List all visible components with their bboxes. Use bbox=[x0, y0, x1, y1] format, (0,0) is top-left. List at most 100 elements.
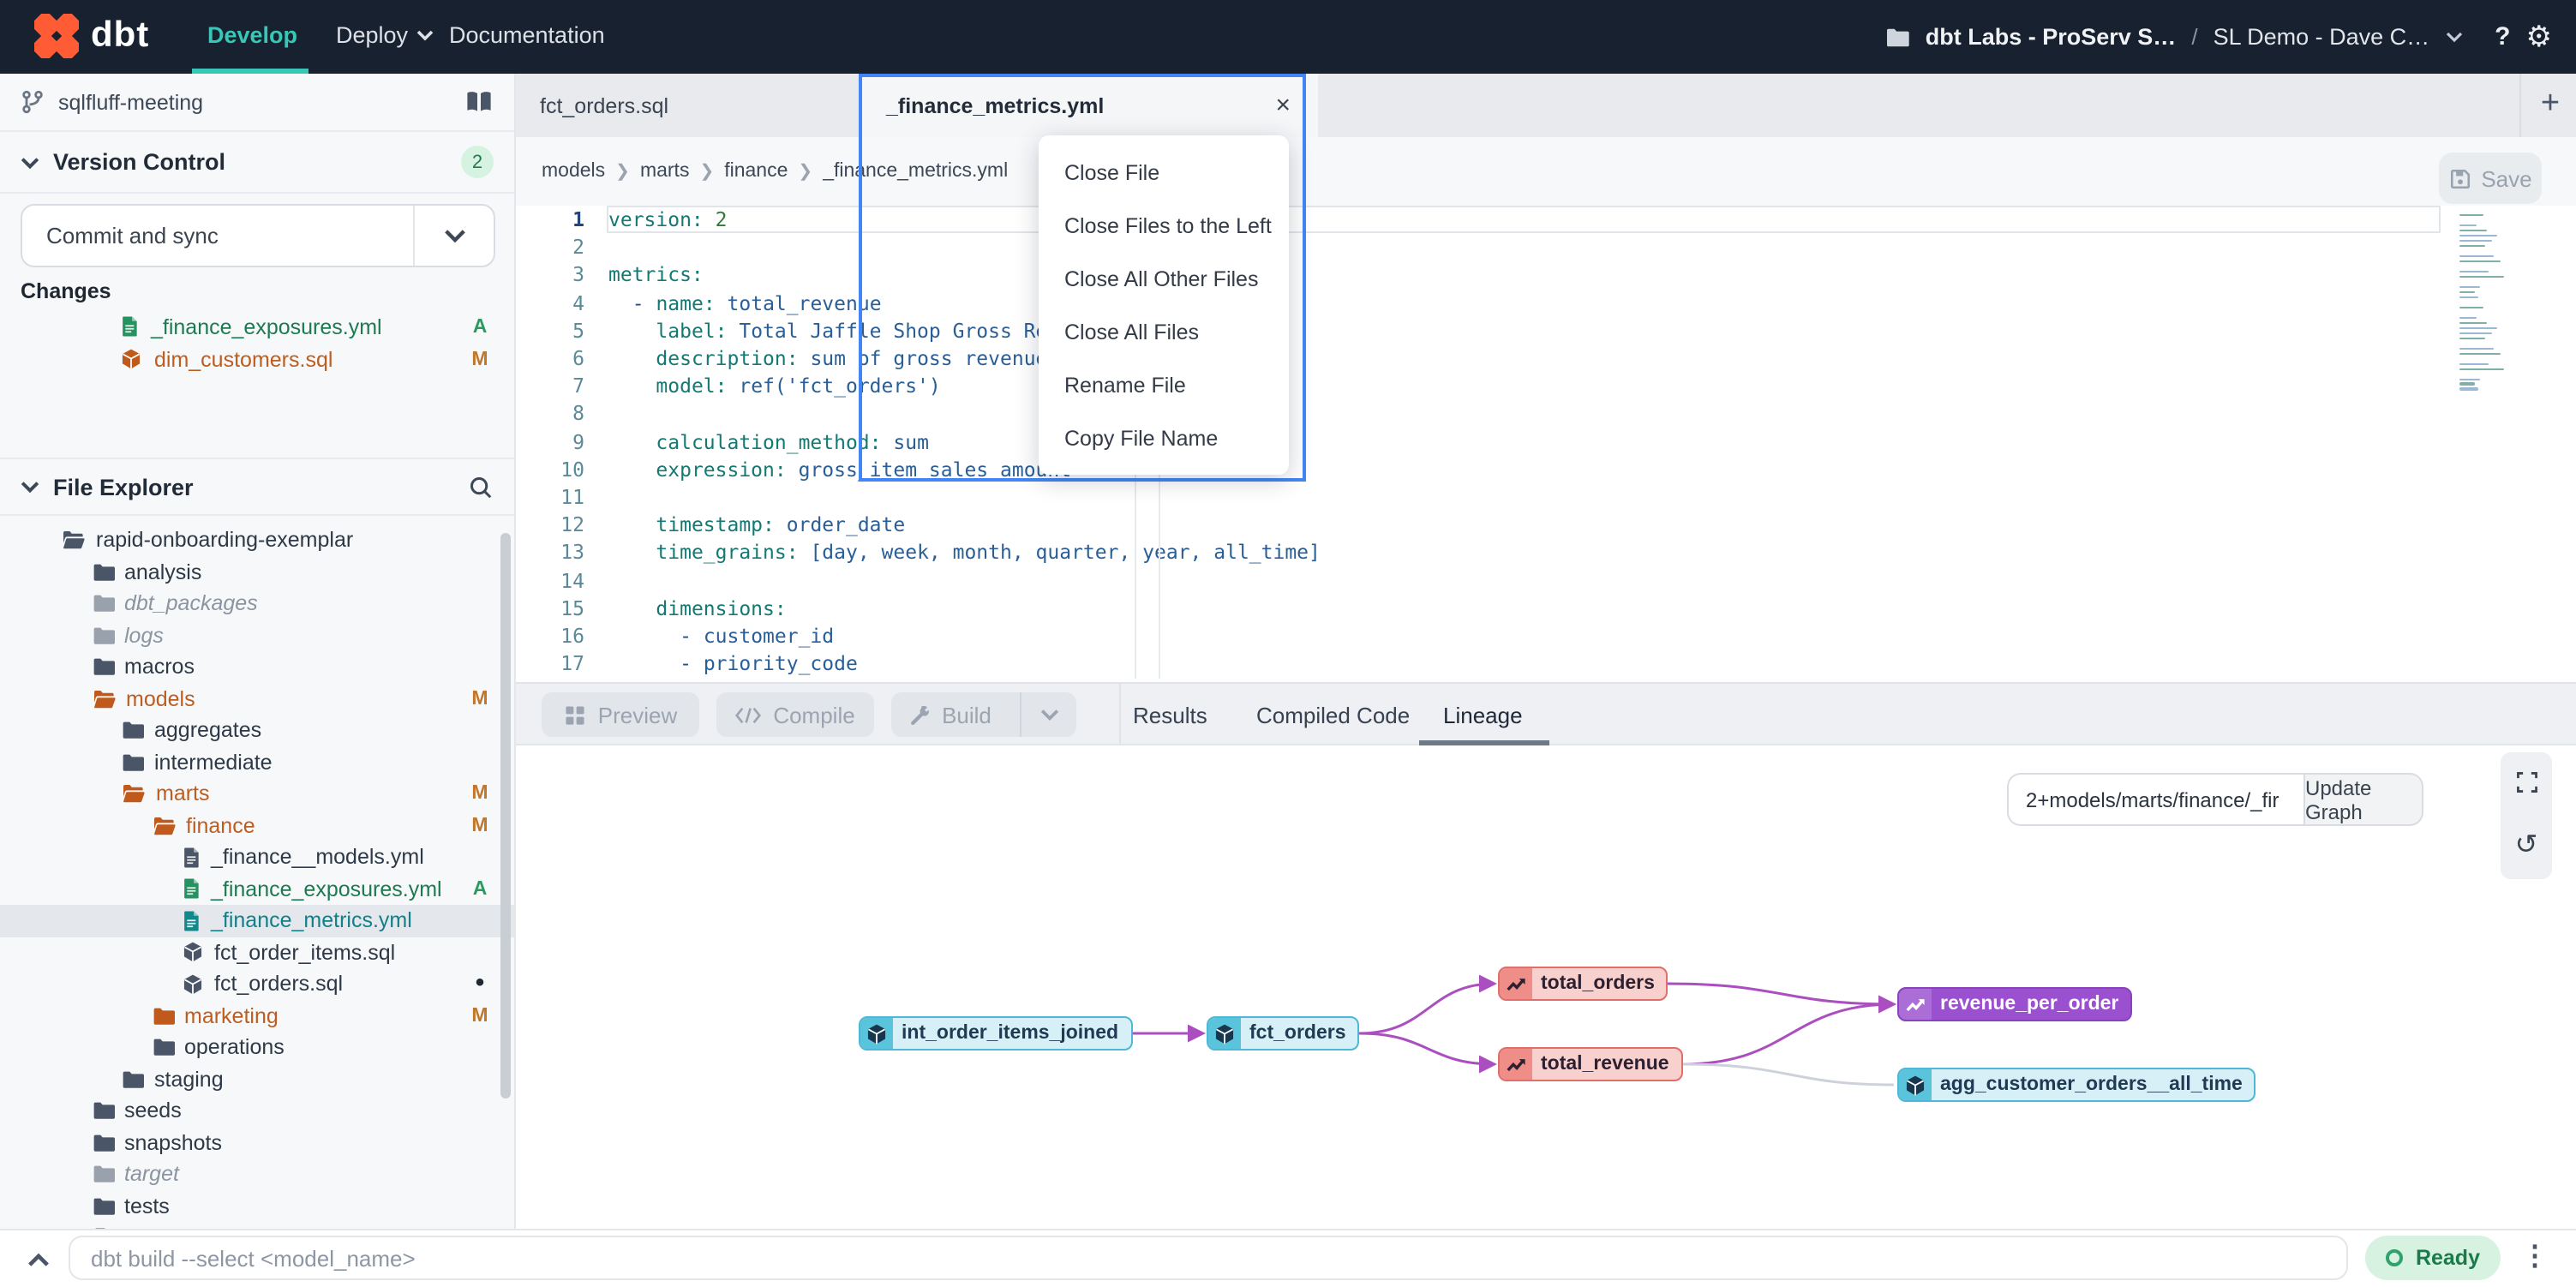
tab-lineage[interactable]: Lineage bbox=[1443, 684, 1523, 745]
code-line: 9 calculation_method: sum bbox=[516, 428, 2576, 455]
tree-item-gitignore[interactable]: gitignore bbox=[0, 1222, 514, 1229]
changes-list: _finance_exposures.ymlAdim_customers.sql… bbox=[0, 310, 514, 375]
tree-item-label: finance bbox=[186, 814, 459, 838]
help-icon[interactable]: ? bbox=[2495, 22, 2510, 51]
tree-item-fct-order-items-sql[interactable]: fct_order_items.sql bbox=[0, 937, 514, 968]
menu-item-close-all-files[interactable]: Close All Files bbox=[1039, 305, 1289, 358]
tree-item--finance-metrics-yml[interactable]: _finance_metrics.yml bbox=[0, 905, 514, 937]
change-file-name: _finance_exposures.yml bbox=[151, 314, 458, 338]
breadcrumb-segment[interactable]: _finance_metrics.yml bbox=[823, 161, 1008, 182]
save-button[interactable]: Save bbox=[2439, 153, 2542, 204]
nav-develop[interactable]: Develop bbox=[207, 0, 297, 69]
tree-item-finance[interactable]: financeM bbox=[0, 810, 514, 841]
lineage-node-int_order_items_joined[interactable]: int_order_items_joined bbox=[859, 1016, 1132, 1051]
tree-item-models[interactable]: modelsM bbox=[0, 683, 514, 715]
lineage-node-agg_customer_orders__all_time[interactable]: agg_customer_orders__all_time bbox=[1897, 1068, 2256, 1102]
tree-item-tests[interactable]: tests bbox=[0, 1190, 514, 1222]
action-toolbar: Preview Compile Build Results Compiled C… bbox=[516, 682, 2576, 745]
tree-item-aggregates[interactable]: aggregates bbox=[0, 715, 514, 746]
tree-item-fct-orders-sql[interactable]: fct_orders.sql• bbox=[0, 968, 514, 1000]
project-folder-icon bbox=[1886, 27, 1910, 47]
tree-item-marts[interactable]: martsM bbox=[0, 778, 514, 810]
lineage-selector-input[interactable] bbox=[2007, 773, 2303, 826]
tree-item--finance-models-yml[interactable]: _finance__models.yml bbox=[0, 841, 514, 873]
tree-item-macros[interactable]: macros bbox=[0, 651, 514, 683]
tab-results[interactable]: Results bbox=[1133, 684, 1207, 745]
gear-icon[interactable]: ⚙ bbox=[2526, 20, 2553, 54]
tree-item-target[interactable]: target bbox=[0, 1158, 514, 1190]
line-number: 7 bbox=[516, 374, 584, 398]
tab-compiled-code[interactable]: Compiled Code bbox=[1256, 684, 1410, 745]
dbt-command-input[interactable] bbox=[69, 1236, 2348, 1280]
new-tab-button[interactable]: + bbox=[2533, 87, 2567, 122]
change-item[interactable]: _finance_exposures.ymlA bbox=[0, 310, 514, 343]
commit-options-dropdown[interactable] bbox=[413, 206, 494, 266]
compile-button[interactable]: Compile bbox=[716, 692, 874, 737]
line-number: 12 bbox=[516, 512, 584, 536]
file-explorer-header[interactable]: File Explorer bbox=[0, 458, 514, 516]
docs-book-icon[interactable] bbox=[464, 90, 494, 114]
code-line: 2 bbox=[516, 233, 2576, 260]
lineage-node-revenue_per_order[interactable]: revenue_per_order bbox=[1897, 987, 2132, 1021]
tree-item-intermediate[interactable]: intermediate bbox=[0, 746, 514, 778]
build-button[interactable]: Build bbox=[891, 692, 1076, 737]
hammer-icon bbox=[908, 703, 930, 726]
tree-item-seeds[interactable]: seeds bbox=[0, 1095, 514, 1127]
build-options-chevron[interactable] bbox=[1020, 692, 1076, 737]
tree-item-staging[interactable]: staging bbox=[0, 1063, 514, 1095]
cube-icon bbox=[120, 348, 142, 370]
tree-item-snapshots[interactable]: snapshots bbox=[0, 1127, 514, 1158]
tree-item-rapid-onboarding-exemplar[interactable]: rapid-onboarding-exemplar bbox=[0, 524, 514, 556]
menu-item-close-files-to-the-left[interactable]: Close Files to the Left bbox=[1039, 199, 1289, 252]
environment-name[interactable]: SL Demo - Dave C… bbox=[2214, 24, 2430, 50]
tab-fct-orders-sql[interactable]: fct_orders.sql bbox=[516, 74, 907, 137]
version-control-header[interactable]: Version Control 2 bbox=[0, 132, 514, 194]
line-number: 13 bbox=[516, 541, 584, 565]
chevron-up-icon[interactable] bbox=[21, 1244, 55, 1275]
tree-item-dbt-packages[interactable]: dbt_packages bbox=[0, 588, 514, 620]
sidebar-scrollbar[interactable] bbox=[500, 533, 511, 1098]
tree-item-logs[interactable]: logs bbox=[0, 620, 514, 651]
preview-button[interactable]: Preview bbox=[542, 692, 699, 737]
tree-item-operations[interactable]: operations bbox=[0, 1032, 514, 1063]
env-chevron-down-icon[interactable] bbox=[2445, 31, 2462, 43]
close-tab-icon[interactable]: × bbox=[1275, 91, 1291, 120]
dbt-logo[interactable]: dbt bbox=[34, 14, 149, 58]
change-item[interactable]: dim_customers.sqlM bbox=[0, 343, 514, 375]
folder-icon bbox=[92, 1133, 114, 1153]
lineage-node-total_orders[interactable]: total_orders bbox=[1498, 967, 1668, 1001]
breadcrumb-segment[interactable]: finance bbox=[724, 161, 788, 182]
tree-item-marketing[interactable]: marketingM bbox=[0, 1000, 514, 1032]
project-name[interactable]: dbt Labs - ProServ S… bbox=[1926, 24, 2177, 50]
tree-item-analysis[interactable]: analysis bbox=[0, 556, 514, 588]
branch-name[interactable]: sqlfluff-meeting bbox=[58, 90, 451, 114]
menu-item-close-file[interactable]: Close File bbox=[1039, 146, 1289, 199]
search-icon[interactable] bbox=[468, 474, 494, 500]
reset-view-icon[interactable]: ↺ bbox=[2515, 833, 2538, 860]
menu-item-copy-file-name[interactable]: Copy File Name bbox=[1039, 411, 1289, 464]
folder-icon bbox=[92, 657, 114, 678]
update-graph-button[interactable]: Update Graph bbox=[2303, 773, 2423, 826]
menu-item-close-all-other-files[interactable]: Close All Other Files bbox=[1039, 252, 1289, 305]
breadcrumb-segment[interactable]: models bbox=[542, 161, 605, 182]
tab-finance-metrics-yml[interactable]: _finance_metrics.yml × bbox=[859, 74, 1318, 137]
tree-item--finance-exposures-yml[interactable]: _finance_exposures.ymlA bbox=[0, 873, 514, 905]
commit-and-sync-button[interactable]: Commit and sync bbox=[21, 204, 495, 267]
lineage-node-total_revenue[interactable]: total_revenue bbox=[1498, 1047, 1683, 1081]
chart-icon bbox=[1899, 989, 1932, 1020]
breadcrumb-segment[interactable]: marts bbox=[640, 161, 690, 182]
menu-item-rename-file[interactable]: Rename File bbox=[1039, 358, 1289, 411]
code-line: 5 label: Total Jaffle Shop Gross Re bbox=[516, 317, 2576, 344]
nav-deploy[interactable]: Deploy bbox=[336, 0, 434, 69]
code-lines: 1version: 223metrics:4 - name: total_rev… bbox=[516, 206, 2576, 677]
breadcrumb-chevron-icon: ❯ bbox=[615, 162, 630, 181]
nav-documentation[interactable]: Documentation bbox=[449, 0, 605, 69]
fullscreen-icon[interactable] bbox=[2515, 772, 2537, 794]
editor-minimap[interactable] bbox=[2459, 214, 2511, 393]
code-editor[interactable]: 1version: 223metrics:4 - name: total_rev… bbox=[516, 206, 2576, 682]
lineage-node-fct_orders[interactable]: fct_orders bbox=[1207, 1016, 1360, 1051]
status-badge: M bbox=[470, 784, 490, 805]
file-icon bbox=[182, 847, 201, 869]
node-label: int_order_items_joined bbox=[893, 1018, 1130, 1049]
kebab-menu-icon[interactable]: ⋮ bbox=[2521, 1239, 2549, 1273]
